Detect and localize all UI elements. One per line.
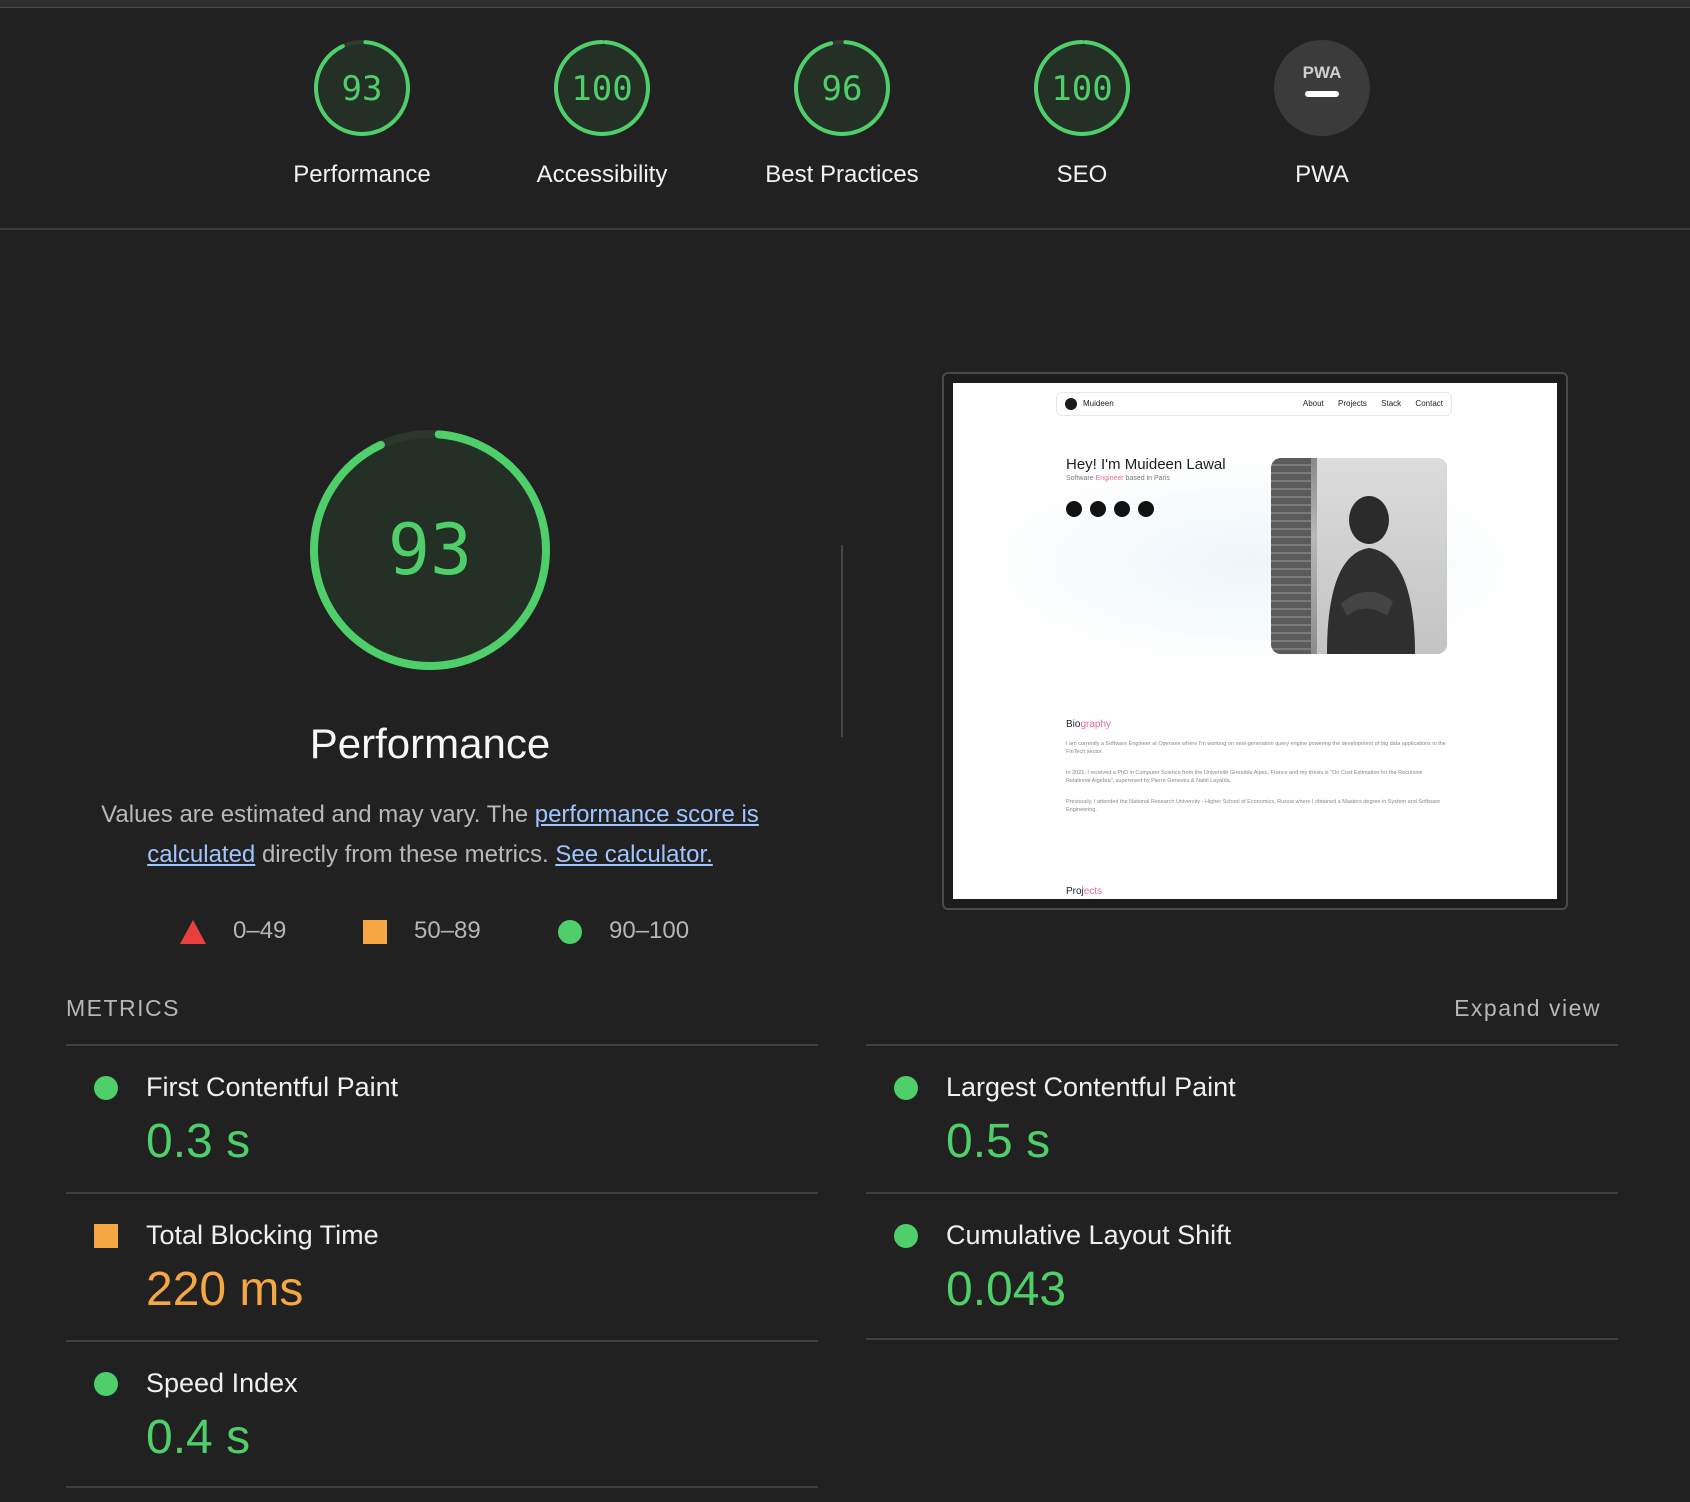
metric-value: 0.5 s: [946, 1115, 1051, 1168]
score-summary: 93 Performance 100 Accessibility 96 Best…: [0, 8, 1690, 230]
metric-value: 220 ms: [146, 1263, 304, 1316]
pass-circle-icon: [558, 920, 582, 944]
description-text: Values are estimated and may vary. The: [101, 801, 535, 828]
divider: [66, 1486, 818, 1488]
preview-nav-links: About Projects Stack Contact: [1291, 399, 1443, 408]
metric-value: 0.3 s: [146, 1115, 251, 1168]
preview-bio-paragraph: Previously, I attended the National Rese…: [1066, 799, 1441, 813]
metric-first-contentful-paint: First Contentful Paint 0.3 s: [66, 1046, 816, 1192]
gauge-ring: 93: [314, 40, 410, 136]
preview-hero-title: Hey! I'm Muideen Lawal: [1066, 456, 1226, 473]
metric-label: First Contentful Paint: [146, 1072, 399, 1102]
score-description: Values are estimated and may vary. The p…: [60, 795, 800, 875]
preview-brand: Muideen: [1083, 399, 1114, 408]
gauge-score: 100: [571, 69, 632, 109]
pass-circle-icon: [94, 1076, 118, 1100]
gauge-label: Accessibility: [536, 161, 668, 188]
github-icon: [1066, 501, 1082, 517]
lighthouse-report: 93 Performance 100 Accessibility 96 Best…: [0, 0, 1690, 1502]
twitter-icon: [1138, 501, 1154, 517]
metric-total-blocking-time: Total Blocking Time 220 ms: [66, 1194, 816, 1340]
average-square-icon: [363, 920, 387, 944]
gauge-accessibility[interactable]: 100 Accessibility: [492, 38, 712, 208]
metrics-heading: METRICS: [66, 995, 180, 1021]
metric-value: 0.4 s: [146, 1411, 251, 1464]
divider: [866, 1338, 1618, 1340]
metric-largest-contentful-paint: Largest Contentful Paint 0.5 s: [866, 1046, 1616, 1192]
preview-hero-subtitle: Software Engineer based in Paris: [1066, 475, 1170, 482]
score-legend: 0–49 50–89 90–100: [0, 917, 840, 947]
person-silhouette: [1327, 496, 1415, 654]
top-border: [0, 0, 1690, 8]
linkedin-icon: [1090, 501, 1106, 517]
pass-circle-icon: [94, 1372, 118, 1396]
performance-title: Performance: [309, 720, 551, 767]
pass-circle-icon: [894, 1224, 918, 1248]
google-icon: [1114, 501, 1130, 517]
preview-nav-projects: Projects: [1338, 399, 1367, 408]
gauge-ring: 100: [554, 40, 650, 136]
gauge-performance[interactable]: 93 Performance: [252, 38, 472, 208]
see-calculator-link[interactable]: See calculator.: [555, 841, 712, 868]
gauge-label: SEO: [1056, 161, 1108, 188]
gauge-score: 93: [342, 69, 383, 109]
avatar: [1065, 398, 1077, 410]
metric-label: Speed Index: [146, 1368, 298, 1398]
metric-label: Cumulative Layout Shift: [946, 1220, 1232, 1250]
description-text-middle: directly from these metrics.: [255, 841, 556, 868]
legend-average-range: 50–89: [414, 917, 481, 944]
legend-fail-range: 0–49: [233, 917, 287, 944]
profile-photo: [1271, 458, 1447, 654]
pwa-badge-text: PWA: [1303, 63, 1342, 82]
metric-cumulative-layout-shift: Cumulative Layout Shift 0.043: [866, 1194, 1616, 1340]
average-square-icon: [94, 1224, 118, 1248]
gauge-seo[interactable]: 100 SEO: [972, 38, 1192, 208]
preview-bio-paragraph: In 2021, I received a PhD in Computer Sc…: [1066, 770, 1423, 784]
metric-label: Largest Contentful Paint: [946, 1072, 1236, 1102]
gauge-label: Performance: [293, 161, 431, 188]
preview-nav-contact: Contact: [1415, 399, 1443, 408]
preview-nav-stack: Stack: [1381, 399, 1402, 408]
preview-bio-paragraph: I am currently a Software Engineer at Op…: [1066, 741, 1446, 755]
preview-navbar: Muideen About Projects Stack Contact: [1056, 392, 1452, 416]
preview-projects-title: Projects: [1066, 886, 1103, 897]
gauge-score: 100: [1051, 69, 1112, 109]
final-screenshot[interactable]: Muideen About Projects Stack Contact Hey…: [942, 372, 1568, 910]
performance-gauge: 93: [310, 430, 550, 670]
gauge-label: Best Practices: [765, 161, 919, 188]
fail-triangle-icon: [180, 920, 206, 944]
vertical-divider: [841, 545, 843, 737]
gauge-score: 96: [822, 69, 863, 109]
gauge-ring: 100: [1034, 40, 1130, 136]
metric-value: 0.043: [946, 1263, 1067, 1316]
pass-circle-icon: [894, 1076, 918, 1100]
gauge-best-practices[interactable]: 96 Best Practices: [732, 38, 952, 208]
gauge-pwa[interactable]: PWA PWA: [1212, 38, 1432, 208]
gauge-label: PWA: [1295, 161, 1349, 188]
metric-label: Total Blocking Time: [146, 1220, 379, 1250]
metric-speed-index: Speed Index 0.4 s: [66, 1342, 816, 1488]
pwa-badge-icon: PWA: [1274, 40, 1370, 136]
legend-pass-range: 90–100: [609, 917, 690, 944]
performance-score: 93: [388, 509, 472, 591]
preview-nav-about: About: [1302, 399, 1324, 408]
preview-biography-title: Biography: [1066, 719, 1112, 730]
expand-view-button[interactable]: Expand view: [1454, 995, 1601, 1022]
gauge-ring: 96: [794, 40, 890, 136]
screenshot-image: Muideen About Projects Stack Contact Hey…: [953, 383, 1557, 899]
